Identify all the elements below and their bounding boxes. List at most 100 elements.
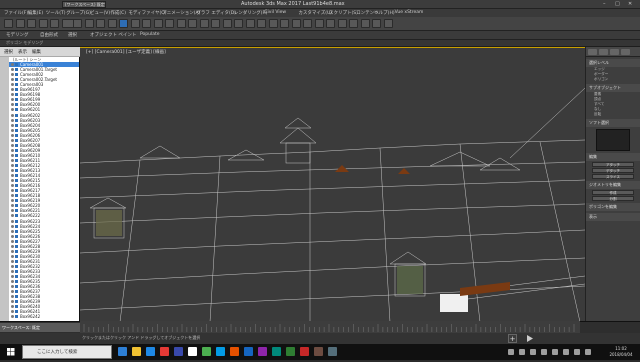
scale-icon[interactable]	[142, 19, 151, 28]
onenote-icon[interactable]	[258, 347, 267, 356]
viewport-label[interactable]: [+] [Camera001] [ユーザ定義] [線画]	[86, 49, 166, 55]
visibility-eye-icon[interactable]	[11, 249, 14, 253]
ribbon-tab-freeform[interactable]: 自由形式	[40, 32, 58, 38]
menu-item[interactable]: Vue xStream	[395, 10, 424, 15]
section-display[interactable]: 表示	[586, 213, 640, 221]
viewport-camera[interactable]	[80, 47, 585, 321]
slice-button[interactable]: スライス	[592, 174, 634, 179]
notepad-icon[interactable]	[314, 347, 323, 356]
pivot-icon[interactable]	[165, 19, 174, 28]
visibility-eye-icon[interactable]	[11, 290, 14, 294]
visibility-eye-icon[interactable]	[11, 108, 14, 112]
menu-item[interactable]: スクリプト(S)	[329, 10, 358, 16]
visibility-eye-icon[interactable]	[11, 209, 14, 213]
menu-item[interactable]: グラフ エディタ(D)	[196, 10, 236, 16]
section-soft-selection[interactable]: ソフト選択	[586, 119, 640, 127]
ribbon-tab-object-paint[interactable]: オブジェクト ペイント	[90, 32, 136, 38]
a360-icon[interactable]	[360, 19, 370, 28]
visibility-eye-icon[interactable]	[11, 163, 14, 167]
visibility-eye-icon[interactable]	[11, 133, 14, 137]
system-tray-icon[interactable]	[585, 349, 591, 355]
redo-icon[interactable]	[15, 19, 25, 28]
graphite-icon[interactable]	[268, 19, 278, 28]
render-setup-icon[interactable]	[314, 19, 324, 28]
layer-icon[interactable]	[257, 19, 266, 28]
system-tray-icon[interactable]	[541, 349, 547, 355]
visibility-eye-icon[interactable]	[11, 174, 14, 178]
visibility-eye-icon[interactable]	[11, 204, 14, 208]
chrome-icon[interactable]	[160, 347, 169, 356]
curve-editor-icon[interactable]	[280, 19, 289, 28]
menu-item[interactable]: 編集(E)	[28, 10, 43, 16]
play-icon[interactable]	[526, 335, 533, 342]
section-selection-level[interactable]: 選択レベル	[586, 59, 640, 67]
move-icon[interactable]	[119, 19, 128, 28]
bind-icon[interactable]	[50, 19, 59, 28]
visibility-eye-icon[interactable]	[11, 264, 14, 268]
rendered-frame-icon[interactable]	[326, 19, 335, 28]
taskbar-search-input[interactable]: ここに入力して検索	[22, 345, 112, 359]
menu-item[interactable]: ヘルプ(H)	[374, 10, 394, 16]
align-icon[interactable]	[245, 19, 255, 28]
visibility-eye-icon[interactable]	[11, 158, 14, 162]
divide-button[interactable]: 分割	[592, 196, 634, 201]
select-icon[interactable]	[73, 19, 82, 28]
visibility-eye-icon[interactable]	[11, 280, 14, 284]
select-by-name-icon[interactable]	[84, 19, 94, 28]
visibility-eye-icon[interactable]	[11, 118, 14, 122]
schematic-icon[interactable]	[291, 19, 301, 28]
visibility-eye-icon[interactable]	[11, 63, 14, 67]
3dsmax-icon[interactable]	[230, 347, 239, 356]
link-icon[interactable]	[27, 19, 36, 28]
menu-item[interactable]: レンダリング(R)	[234, 10, 268, 16]
task-view-icon[interactable]	[118, 347, 127, 356]
key-mode-icon[interactable]: +	[508, 334, 517, 343]
visibility-eye-icon[interactable]	[11, 244, 14, 248]
visibility-eye-icon[interactable]	[11, 234, 14, 238]
reference-coord-icon[interactable]	[153, 19, 163, 28]
hierarchy-tab-icon[interactable]	[610, 49, 619, 55]
visibility-eye-icon[interactable]	[11, 199, 14, 203]
visibility-eye-icon[interactable]	[11, 239, 14, 243]
menu-item[interactable]: アニメーション(A)	[162, 10, 200, 16]
visibility-eye-icon[interactable]	[11, 83, 14, 87]
percent-snap-icon[interactable]	[199, 19, 209, 28]
maximize-icon[interactable]: □	[615, 1, 623, 7]
visibility-eye-icon[interactable]	[11, 103, 14, 107]
vue-icon[interactable]	[383, 19, 393, 28]
edge-icon[interactable]	[146, 347, 155, 356]
menu-item[interactable]: グループ(G)	[66, 10, 91, 16]
outlook-icon[interactable]	[216, 347, 225, 356]
tab-edit[interactable]: 編集	[32, 49, 41, 55]
rect-select-icon[interactable]	[96, 19, 105, 28]
ribbon-tab-populate[interactable]: Populate	[140, 32, 160, 37]
arnold-icon[interactable]	[372, 19, 381, 28]
spinner-snap-icon[interactable]	[211, 19, 220, 28]
undo-icon[interactable]	[4, 19, 13, 28]
word-icon[interactable]	[286, 347, 295, 356]
system-tray-icon[interactable]	[530, 349, 536, 355]
menu-item[interactable]: 作成(C)	[110, 10, 126, 16]
windows-start-icon[interactable]	[0, 344, 22, 360]
tab-select[interactable]: 選択	[4, 49, 13, 55]
system-tray-icon[interactable]	[563, 349, 569, 355]
visibility-eye-icon[interactable]	[11, 143, 14, 147]
teams-icon[interactable]	[272, 347, 281, 356]
visibility-eye-icon[interactable]	[11, 113, 14, 117]
close-icon[interactable]: ✕	[628, 1, 636, 7]
menu-item[interactable]: ビュー(V)	[90, 10, 110, 16]
visibility-eye-icon[interactable]	[11, 315, 14, 319]
visibility-eye-icon[interactable]	[11, 295, 14, 299]
visibility-eye-icon[interactable]	[11, 224, 14, 228]
motion-tab-icon[interactable]	[621, 49, 630, 55]
visibility-eye-icon[interactable]	[11, 229, 14, 233]
visibility-eye-icon[interactable]	[11, 285, 14, 289]
material-editor-icon[interactable]	[303, 19, 312, 28]
item-polygon[interactable]: ポリゴン	[586, 77, 640, 82]
visibility-eye-icon[interactable]	[11, 214, 14, 218]
visibility-eye-icon[interactable]	[11, 138, 14, 142]
section-edit-geometry[interactable]: ジオメトリを編集	[586, 181, 640, 189]
system-clock[interactable]: 11:02 2018/04/04	[606, 346, 636, 358]
render-iterative-icon[interactable]	[349, 19, 358, 28]
visibility-eye-icon[interactable]	[11, 275, 14, 279]
